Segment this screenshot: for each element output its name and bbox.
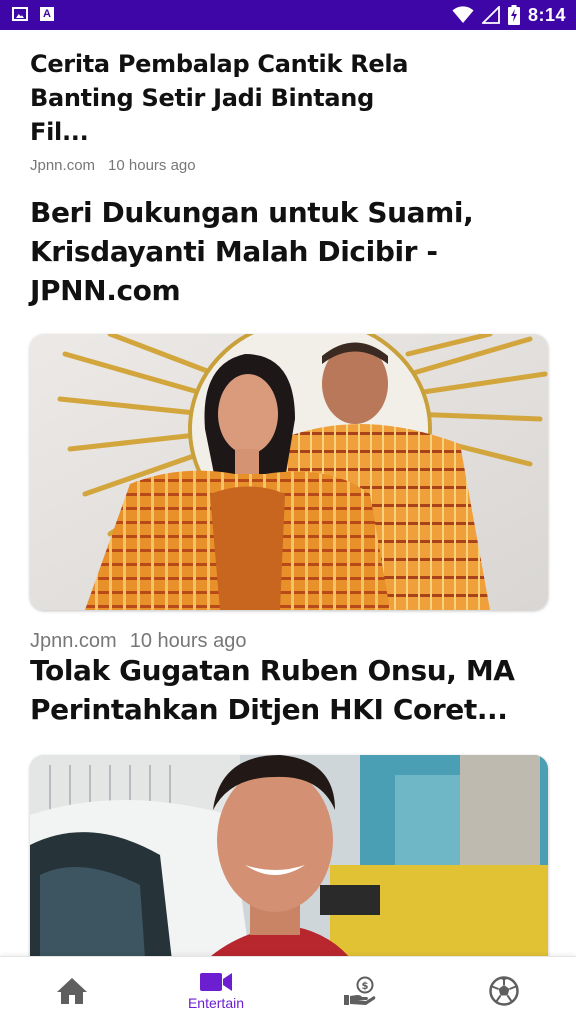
article-card[interactable]: Cerita Pembalap Cantik Rela Banting Seti… xyxy=(30,47,548,174)
nav-item-home[interactable] xyxy=(0,957,144,1025)
a-notification-icon: A xyxy=(40,7,54,21)
nav-item-entertain[interactable]: Entertain xyxy=(144,957,288,1025)
article-card[interactable]: Tolak Gugatan Ruben Onsu, MA Perintahkan… xyxy=(30,651,548,956)
article-meta: Jpnn.com 10 hours ago xyxy=(30,630,548,653)
nav-item-finance[interactable]: $ xyxy=(288,957,432,1025)
news-feed[interactable]: Cerita Pembalap Cantik Rela Banting Seti… xyxy=(0,30,576,956)
video-camera-icon xyxy=(200,973,232,991)
money-hand-icon: $ xyxy=(344,976,376,1005)
article-meta: Jpnn.com 10 hours ago xyxy=(30,157,548,174)
article-source: Jpnn.com xyxy=(30,157,96,174)
article-image[interactable] xyxy=(30,334,548,610)
home-icon xyxy=(57,978,87,1004)
battery-charging-icon xyxy=(507,5,520,25)
wifi-icon xyxy=(452,6,474,23)
status-bar: A 8:14 xyxy=(0,0,576,30)
article-source: Jpnn.com xyxy=(30,630,117,652)
bottom-navigation: Entertain $ xyxy=(0,956,576,1025)
signal-icon xyxy=(481,6,500,24)
nav-label-entertain: Entertain xyxy=(187,995,245,1011)
article-title[interactable]: Cerita Pembalap Cantik Rela Banting Seti… xyxy=(30,47,410,149)
soccer-ball-icon xyxy=(489,976,519,1006)
article-card[interactable]: Beri Dukungan untuk Suami, Krisdayanti M… xyxy=(30,193,548,653)
article-time: 10 hours ago xyxy=(108,157,196,174)
article-image[interactable] xyxy=(30,755,548,956)
nav-item-sports[interactable] xyxy=(432,957,576,1025)
article-title[interactable]: Tolak Gugatan Ruben Onsu, MA Perintahkan… xyxy=(30,651,548,729)
article-title[interactable]: Beri Dukungan untuk Suami, Krisdayanti M… xyxy=(30,193,548,310)
image-notification-icon xyxy=(12,7,28,21)
clock: 8:14 xyxy=(527,4,566,25)
svg-text:$: $ xyxy=(362,981,369,992)
article-time: 10 hours ago xyxy=(129,630,247,652)
